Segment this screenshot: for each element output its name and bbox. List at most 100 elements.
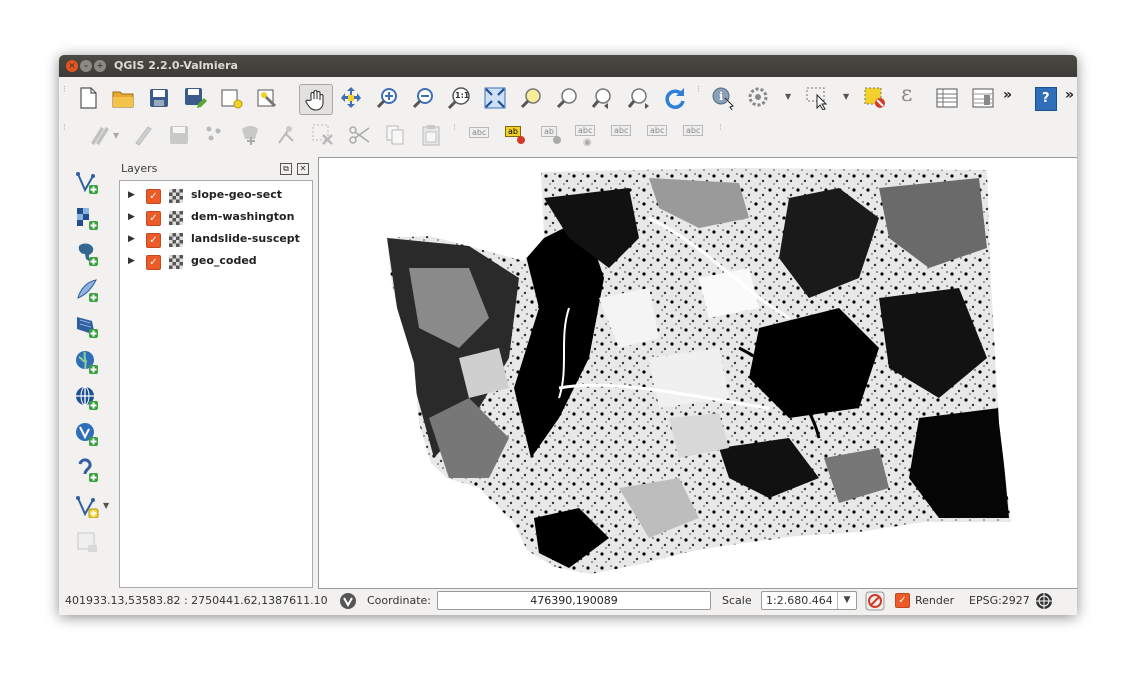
rotate-label-button[interactable]: abc: [645, 125, 669, 147]
manage-layers-toolbar: ▼: [69, 158, 111, 588]
pan-tool-button[interactable]: [299, 84, 333, 115]
layer-visibility-checkbox[interactable]: ✓: [146, 211, 161, 226]
toolbar-grip[interactable]: ⁝: [63, 86, 67, 109]
new-project-icon[interactable]: [76, 86, 100, 110]
expand-arrow-icon[interactable]: ▶: [128, 234, 135, 244]
toolbar-grip[interactable]: ⁝: [63, 124, 67, 147]
main-toolbar: ⁝ 1:1 ⁝ i ▼ ▼ ε » ? »: [59, 77, 1077, 117]
stop-render-icon[interactable]: [865, 591, 885, 611]
zoom-in-icon[interactable]: [375, 86, 399, 110]
edits-dropdown-arrow[interactable]: ▼: [113, 131, 119, 140]
toolbar-grip[interactable]: ⁝: [453, 124, 457, 147]
pan-to-selection-icon[interactable]: [339, 86, 363, 110]
open-project-icon[interactable]: [111, 86, 135, 110]
add-raster-layer-icon[interactable]: [75, 206, 99, 230]
layer-labeling-button[interactable]: abc: [467, 125, 491, 145]
action-dropdown-arrow[interactable]: ▼: [785, 92, 791, 101]
select-dropdown-arrow[interactable]: ▼: [843, 92, 849, 101]
label-tool-button[interactable]: ab: [503, 125, 527, 147]
identify-features-icon[interactable]: i: [711, 86, 735, 110]
expand-arrow-icon[interactable]: ▶: [128, 212, 135, 222]
zoom-to-layer-icon[interactable]: [555, 86, 579, 110]
maximize-window-button[interactable]: +: [94, 60, 106, 72]
raster-layer-icon: [169, 233, 183, 247]
coordinate-input[interactable]: 476390,190089: [437, 591, 711, 610]
expression-select-button[interactable]: ε: [899, 82, 923, 110]
render-checkbox[interactable]: ✓: [895, 593, 910, 608]
toolbar-grip[interactable]: ⁝: [719, 124, 723, 147]
new-shapefile-layer-icon[interactable]: [75, 494, 99, 518]
scale-dropdown-arrow[interactable]: ▼: [837, 592, 856, 609]
current-edits-icon[interactable]: [87, 123, 111, 147]
coordinate-label: Coordinate:: [367, 594, 432, 607]
node-tool-icon[interactable]: [275, 123, 299, 147]
add-wcs-layer-icon[interactable]: [75, 386, 99, 410]
zoom-next-icon[interactable]: [627, 86, 651, 110]
cut-features-icon[interactable]: [347, 123, 371, 147]
layer-item[interactable]: ▶ ✓ landslide-suscept: [120, 229, 310, 251]
crs-projection-icon[interactable]: [1034, 591, 1054, 611]
layer-visibility-checkbox[interactable]: ✓: [146, 189, 161, 204]
change-label-button[interactable]: abc: [681, 125, 705, 147]
delete-selected-icon[interactable]: [311, 123, 335, 147]
layer-item[interactable]: ▶ ✓ slope-geo-sect: [120, 185, 310, 207]
layer-item[interactable]: ▶ ✓ dem-washington: [120, 207, 310, 229]
copy-features-icon[interactable]: [383, 123, 407, 147]
layers-tree: ▶ ✓ slope-geo-sect ▶ ✓ dem-washington ▶ …: [119, 180, 313, 588]
new-layer-dropdown-arrow[interactable]: ▼: [103, 501, 109, 510]
expand-arrow-icon[interactable]: ▶: [128, 190, 135, 200]
layer-item[interactable]: ▶ ✓ geo_coded: [120, 251, 310, 273]
float-panel-button[interactable]: ⧉: [280, 163, 292, 175]
help-button[interactable]: ?: [1035, 87, 1057, 111]
raster-layer-icon: [169, 189, 183, 203]
map-canvas[interactable]: [318, 157, 1077, 589]
scale-combobox[interactable]: 1:2.680.464 ▼: [761, 591, 857, 610]
add-wfs-layer-icon[interactable]: [75, 422, 99, 446]
toggle-editing-icon[interactable]: [131, 123, 155, 147]
close-window-button[interactable]: ×: [66, 60, 78, 72]
add-vector-layer-icon[interactable]: [75, 170, 99, 194]
field-calculator-icon[interactable]: [971, 86, 995, 110]
move-feature-icon[interactable]: [239, 123, 263, 147]
move-label-button[interactable]: abc: [609, 125, 633, 147]
minimize-window-button[interactable]: –: [80, 60, 92, 72]
refresh-icon[interactable]: [663, 86, 687, 110]
layer-visibility-checkbox[interactable]: ✓: [146, 233, 161, 248]
close-panel-button[interactable]: ✕: [297, 163, 309, 175]
crs-status[interactable]: EPSG:2927: [969, 594, 1030, 607]
toggle-extents-icon[interactable]: [339, 592, 357, 610]
pin-labels-button[interactable]: ab: [539, 125, 563, 147]
zoom-native-button[interactable]: 1:1: [447, 86, 471, 110]
abc-eye-icon: abc: [575, 125, 596, 136]
zoom-full-icon[interactable]: [483, 86, 507, 110]
abc-move-icon: abc: [611, 125, 632, 136]
run-feature-action-icon[interactable]: [747, 86, 771, 110]
new-print-composer-icon[interactable]: [219, 86, 243, 110]
expand-arrow-icon[interactable]: ▶: [128, 256, 135, 266]
composer-manager-icon[interactable]: [255, 86, 279, 110]
add-delimited-text-layer-icon[interactable]: [75, 458, 99, 482]
zoom-last-icon[interactable]: [591, 86, 615, 110]
deselect-all-icon[interactable]: [863, 86, 887, 110]
render-label: Render: [915, 594, 955, 607]
select-features-icon[interactable]: [805, 86, 829, 110]
zoom-to-selection-icon[interactable]: [519, 86, 543, 110]
zoom-out-icon[interactable]: [411, 86, 435, 110]
add-spatialite-layer-icon[interactable]: [75, 278, 99, 302]
add-mssql-layer-icon[interactable]: [75, 314, 99, 338]
layer-visibility-checkbox[interactable]: ✓: [146, 255, 161, 270]
add-postgis-layer-icon[interactable]: [75, 242, 99, 266]
show-hide-labels-button[interactable]: abc ◉: [573, 125, 597, 148]
paste-features-icon[interactable]: [419, 123, 443, 147]
add-wms-layer-icon[interactable]: [75, 350, 99, 374]
save-as-icon[interactable]: [183, 86, 207, 110]
save-project-icon[interactable]: [147, 86, 171, 110]
editing-toolbar: ⁝ ▼ ⁝ abc ab ab abc ◉ abc abc abc ⁝: [59, 117, 1077, 155]
save-layer-edits-icon[interactable]: [167, 123, 191, 147]
remove-layer-icon[interactable]: [75, 530, 99, 554]
add-feature-icon[interactable]: [203, 123, 227, 147]
toolbar-overflow-button-2[interactable]: »: [1065, 87, 1074, 103]
toolbar-overflow-button[interactable]: »: [1003, 87, 1012, 103]
attribute-table-icon[interactable]: [935, 86, 959, 110]
toolbar-grip[interactable]: ⁝: [697, 86, 701, 109]
